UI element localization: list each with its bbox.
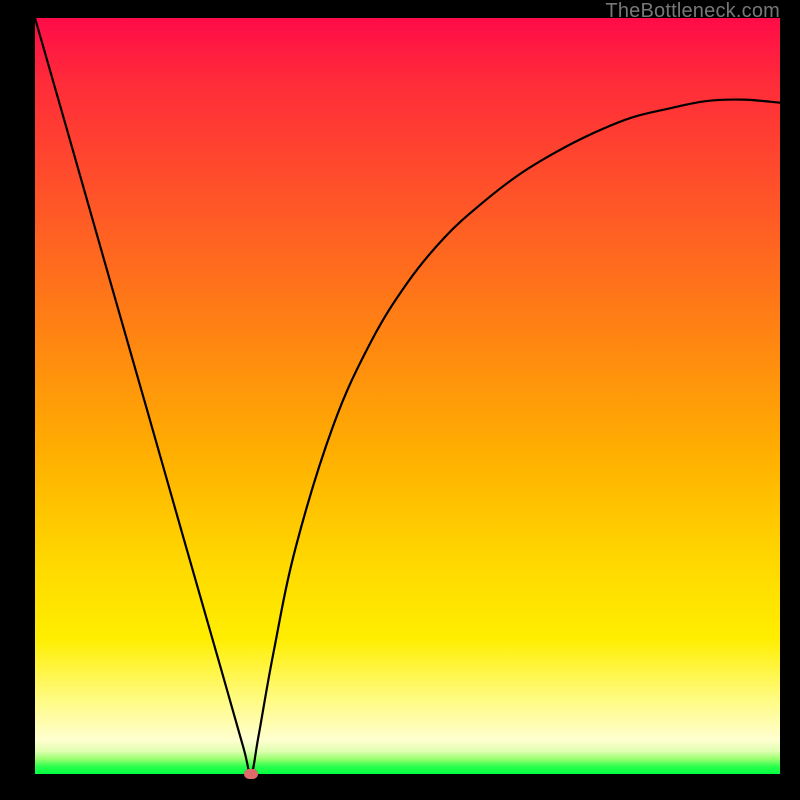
chart-container: TheBottleneck.com xyxy=(0,0,800,800)
bottleneck-curve xyxy=(35,18,780,774)
plot-area xyxy=(35,18,780,774)
curve-path xyxy=(35,18,780,774)
min-point-marker xyxy=(244,769,258,779)
